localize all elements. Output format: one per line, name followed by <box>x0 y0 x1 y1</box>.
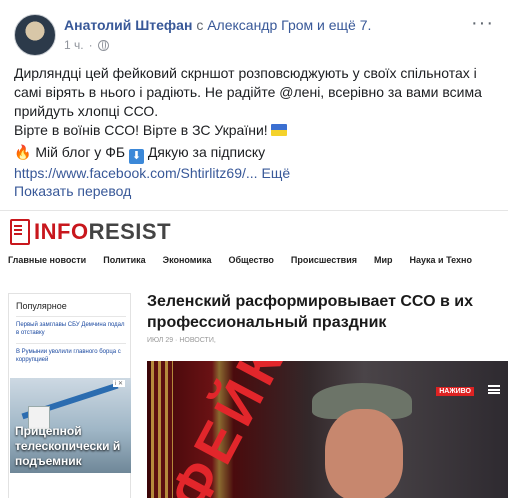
article-meta: ИЮЛ 29 · НОВОСТИ, <box>147 337 216 344</box>
post-meta: 1 ч. · <box>64 38 109 52</box>
sidebar-item[interactable]: В Румынии уволили главного борца с корру… <box>16 348 126 364</box>
ad-text: Прицепной телескопически й подъемник <box>15 424 121 468</box>
tagged-people-link[interactable]: Александр Гром и ещё 7. <box>207 17 371 33</box>
menu-icon <box>488 385 500 394</box>
sidebar-divider <box>16 343 126 344</box>
photo-face <box>325 409 403 498</box>
nav-item-main-news[interactable]: Главные новости <box>8 255 86 265</box>
sidebar-ad[interactable]: i ✕ Прицепной телескопически й подъемник <box>10 378 131 473</box>
nav-item-world[interactable]: Мир <box>374 255 393 265</box>
popular-sidebar: Популярное Первый замглавы СБУ Демчина п… <box>8 293 131 498</box>
nav-item-economy[interactable]: Экономика <box>163 255 212 265</box>
logo-text-resist: RESIST <box>88 219 172 244</box>
post-paragraph-2-text: Вірте в воїнів ССО! Вірте в ЗС України! <box>14 122 268 138</box>
blog-line: Мій блог у ФБ <box>35 144 126 160</box>
inforesist-logo-icon <box>8 219 30 245</box>
post-paragraph-2: Вірте в воїнів ССО! Вірте в ЗС України! <box>14 121 494 140</box>
globe-icon <box>97 39 109 51</box>
site-nav: Главные новости Политика Экономика Общес… <box>8 255 489 265</box>
ukraine-flag-icon <box>270 124 287 136</box>
thanks-line: Дякую за підписку <box>147 144 266 160</box>
sidebar-item[interactable]: Первый замглавы СБУ Демчина подал в отст… <box>16 321 126 337</box>
nav-item-science[interactable]: Наука и Техно <box>410 255 472 265</box>
post-paragraph-3: 🔥 Мій блог у ФБ ⬇ Дякую за підписку <box>14 143 494 164</box>
nav-item-incidents[interactable]: Происшествия <box>291 255 357 265</box>
live-badge: НАЖИВО <box>436 387 474 396</box>
fire-icon: 🔥 <box>14 144 32 160</box>
ad-close-badge[interactable]: i ✕ <box>112 380 125 387</box>
avatar[interactable] <box>14 14 56 56</box>
profile-link[interactable]: https://www.facebook.com/Shtirlitz69/... <box>14 165 258 181</box>
time-separator: · <box>88 38 93 52</box>
fake-stamp: ФЕЙК <box>155 361 298 498</box>
post-time[interactable]: 1 ч. <box>64 38 84 52</box>
logo-text: INFORESIST <box>34 219 171 245</box>
post-paragraph-1: Дирляндці цей фейковий скрншот розповсюд… <box>14 65 482 119</box>
more-options-icon[interactable]: ··· <box>471 12 494 35</box>
logo-text-info: INFO <box>34 219 89 244</box>
article-screenshot: INFORESIST Главные новости Политика Экон… <box>0 210 508 498</box>
nav-item-politics[interactable]: Политика <box>103 255 145 265</box>
nav-item-society[interactable]: Общество <box>228 255 273 265</box>
facebook-post: Анатолий Штефан с Александр Гром и ещё 7… <box>0 0 508 210</box>
sidebar-divider <box>16 316 126 317</box>
arrow-down-icon: ⬇ <box>128 149 144 164</box>
post-header: Анатолий Штефан с Александр Гром и ещё 7… <box>64 17 371 33</box>
article-headline[interactable]: Зеленский расформировывает ССО в их проф… <box>147 291 502 333</box>
post-text: Дирляндці цей фейковий скрншот розповсюд… <box>14 64 494 183</box>
post-paragraph-4: https://www.facebook.com/Shtirlitz69/...… <box>14 164 494 183</box>
author-name[interactable]: Анатолий Штефан <box>64 17 192 33</box>
inforesist-logo[interactable]: INFORESIST <box>8 217 171 247</box>
with-prefix: с <box>196 17 204 33</box>
show-translation-link[interactable]: Показать перевод <box>14 183 131 199</box>
see-more-link[interactable]: Ещё <box>262 165 291 181</box>
sidebar-title: Популярное <box>16 301 67 311</box>
article-photo: НАЖИВО ФЕЙК <box>147 361 508 498</box>
